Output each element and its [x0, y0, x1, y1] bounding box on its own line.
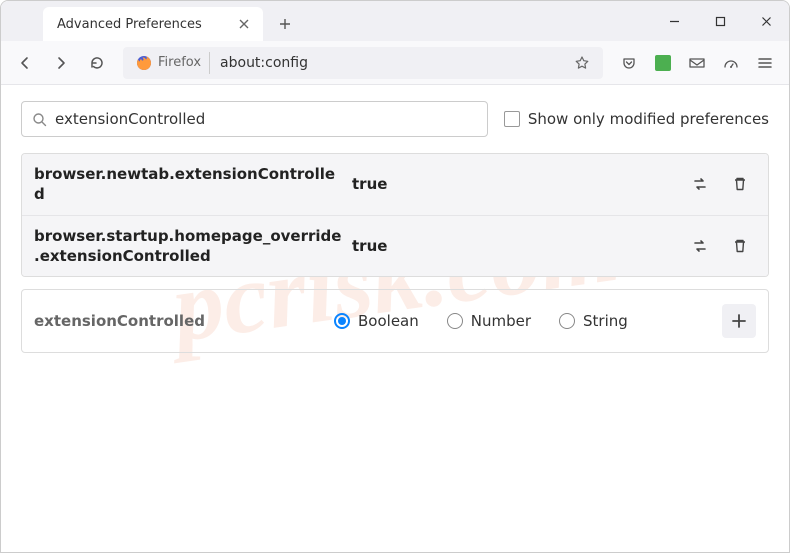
radio-number[interactable]: Number [447, 312, 531, 330]
mail-icon[interactable] [681, 47, 713, 79]
forward-button[interactable] [45, 47, 77, 79]
url-bar[interactable]: Firefox about:config [123, 47, 603, 79]
newtab-button[interactable] [271, 10, 299, 38]
reload-button[interactable] [81, 47, 113, 79]
pref-row: browser.newtab.extensionControlled true [22, 154, 768, 215]
show-modified-checkbox[interactable]: Show only modified preferences [504, 110, 769, 128]
identity-label: Firefox [158, 55, 201, 70]
pref-row: browser.startup.homepage_override.extens… [22, 215, 768, 277]
extension-icon[interactable] [647, 47, 679, 79]
bookmark-star-icon[interactable] [566, 55, 598, 71]
toolbar-icons [613, 47, 781, 79]
toggle-button[interactable] [684, 168, 716, 200]
search-box[interactable] [21, 101, 488, 137]
radio-string[interactable]: String [559, 312, 628, 330]
checkbox-icon [504, 111, 520, 127]
pref-name: browser.newtab.extensionControlled [34, 164, 344, 205]
create-pref-name: extensionControlled [34, 312, 334, 330]
url-text: about:config [210, 55, 566, 71]
tab-close-icon[interactable] [235, 15, 253, 33]
back-button[interactable] [9, 47, 41, 79]
pref-actions [684, 168, 756, 200]
delete-button[interactable] [724, 168, 756, 200]
tab-advanced-preferences[interactable]: Advanced Preferences [43, 7, 263, 41]
search-row: Show only modified preferences [21, 101, 769, 137]
pref-value: true [344, 175, 684, 193]
radio-label: Boolean [358, 312, 419, 330]
search-input[interactable] [55, 110, 477, 128]
radio-label: String [583, 312, 628, 330]
radio-label: Number [471, 312, 531, 330]
toggle-button[interactable] [684, 230, 716, 262]
dashboard-icon[interactable] [715, 47, 747, 79]
pref-actions [684, 230, 756, 262]
menu-button[interactable] [749, 47, 781, 79]
minimize-button[interactable] [651, 1, 697, 41]
pref-value: true [344, 237, 684, 255]
delete-button[interactable] [724, 230, 756, 262]
close-button[interactable] [743, 1, 789, 41]
tab-title: Advanced Preferences [57, 17, 235, 32]
radio-boolean[interactable]: Boolean [334, 312, 419, 330]
preferences-list: browser.newtab.extensionControlled true … [21, 153, 769, 277]
identity-block[interactable]: Firefox [128, 52, 210, 74]
radio-icon [447, 313, 463, 329]
create-preference-row: extensionControlled Boolean Number Strin… [21, 289, 769, 353]
type-radio-group: Boolean Number String [334, 312, 722, 330]
add-button[interactable] [722, 304, 756, 338]
pocket-icon[interactable] [613, 47, 645, 79]
browser-window: Advanced Preferences [0, 0, 790, 553]
search-icon [32, 112, 47, 127]
pref-name: browser.startup.homepage_override.extens… [34, 226, 344, 267]
checkbox-label: Show only modified preferences [528, 110, 769, 128]
window-controls [651, 1, 789, 41]
titlebar: Advanced Preferences [1, 1, 789, 41]
content: Show only modified preferences browser.n… [1, 85, 789, 369]
toolbar: Firefox about:config [1, 41, 789, 85]
maximize-button[interactable] [697, 1, 743, 41]
radio-icon [334, 313, 350, 329]
firefox-icon [136, 55, 152, 71]
radio-icon [559, 313, 575, 329]
